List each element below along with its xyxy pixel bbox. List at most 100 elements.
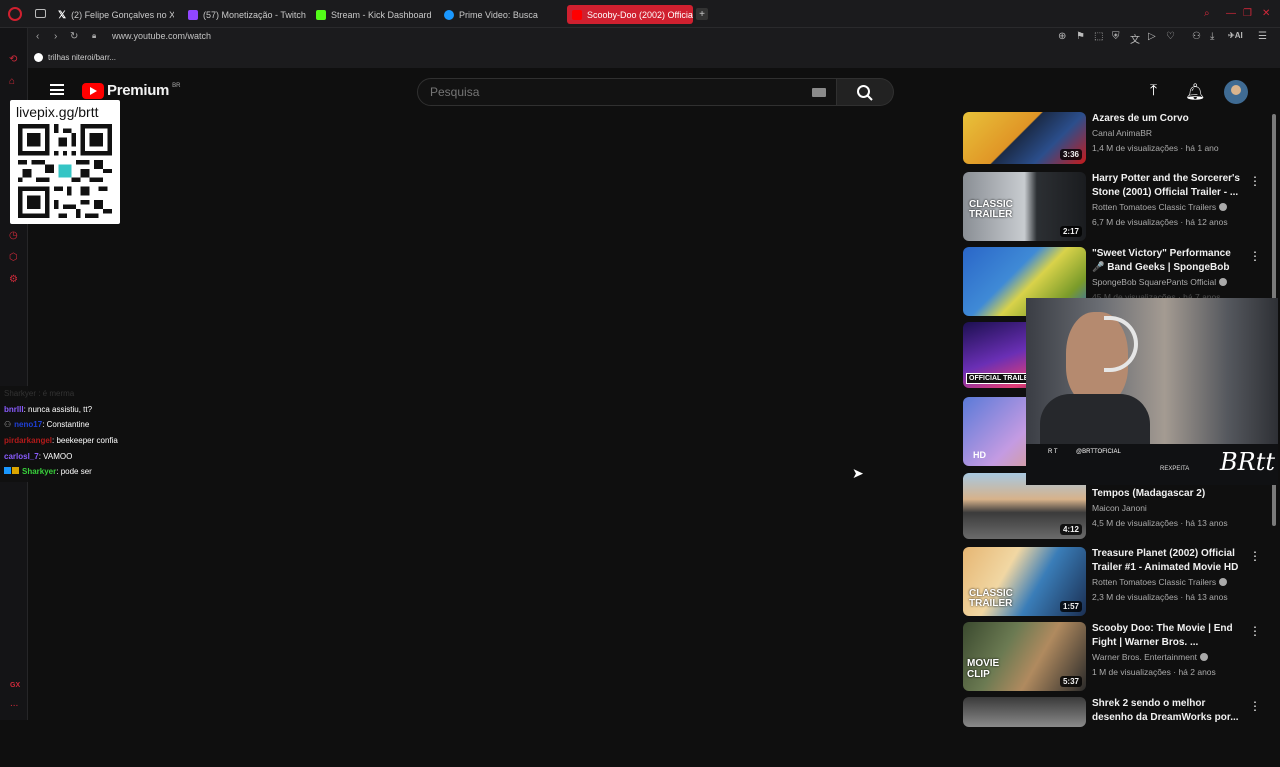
- lock-icon: 🔒︎: [92, 31, 97, 40]
- translate-icon[interactable]: 文: [1130, 31, 1140, 46]
- ai-icon[interactable]: ✈AI: [1228, 31, 1243, 40]
- stream-chat-overlay: Sharkyer : é merma bnrlll: nunca assisti…: [0, 386, 322, 482]
- logo-text: Premium: [107, 82, 170, 99]
- related-video[interactable]: Shrek 2 sendo o melhor desenho da DreamW…: [963, 697, 1268, 767]
- thumbnail-text: CLASSIC TRAILER: [969, 199, 1013, 220]
- tab-twitter[interactable]: 𝕏 (2) Felipe Gonçalves no X: [58, 5, 174, 24]
- menu-icon[interactable]: ☰: [1258, 31, 1267, 42]
- video-title[interactable]: Shrek 2 sendo o melhor desenho da DreamW…: [1092, 697, 1242, 725]
- video-channel[interactable]: Rotten Tomatoes Classic Trailers: [1092, 577, 1228, 587]
- history-icon[interactable]: ◷: [9, 230, 18, 241]
- channel-name: SpongeBob SquarePants Official: [1092, 277, 1217, 287]
- verified-icon: [1200, 653, 1209, 661]
- download-icon[interactable]: ⤓: [1210, 31, 1214, 42]
- more-options-icon[interactable]: ⋮: [1249, 699, 1261, 713]
- video-channel[interactable]: Warner Bros. Entertainment: [1092, 652, 1209, 662]
- video-channel[interactable]: SpongeBob SquarePants Official: [1092, 277, 1228, 287]
- bookmark-icon[interactable]: ⚑: [1076, 31, 1085, 42]
- back-icon[interactable]: ‹: [36, 31, 39, 42]
- menu-icon[interactable]: [50, 84, 64, 95]
- video-thumbnail[interactable]: CLASSIC TRAILER 2:17: [963, 172, 1086, 241]
- avatar[interactable]: [1224, 80, 1248, 104]
- youtube-premium-logo[interactable]: Premium BR: [82, 82, 180, 99]
- tab-youtube-active[interactable]: Scooby-Doo (2002) Officia: [567, 5, 693, 24]
- new-tab-icon[interactable]: +: [696, 8, 708, 20]
- heart-icon[interactable]: ♡: [1166, 31, 1175, 42]
- more-icon[interactable]: ...: [10, 698, 18, 709]
- more-options-icon[interactable]: ⋮: [1249, 174, 1261, 188]
- search-box: [417, 78, 837, 106]
- workspace-icon[interactable]: [35, 9, 46, 18]
- video-title[interactable]: Azares de um Corvo: [1092, 112, 1242, 126]
- snapshot-icon[interactable]: ⬚: [1094, 31, 1103, 42]
- tab-label: Scooby-Doo (2002) Officia: [587, 9, 693, 20]
- zoom-icon[interactable]: ⊕: [1058, 31, 1066, 42]
- bookmark-item[interactable]: trilhas niteroi/barr...: [34, 53, 116, 62]
- minimize-icon[interactable]: —: [1226, 8, 1236, 19]
- chat-text: : beekeeper confia: [52, 436, 118, 445]
- notifications-bell-icon[interactable]: 🔔︎: [1185, 82, 1205, 102]
- related-video[interactable]: CLASSIC TRAILER 2:17 Harry Potter and th…: [963, 172, 1268, 242]
- qr-label: livepix.gg/brtt: [16, 104, 99, 120]
- video-channel[interactable]: Canal AnimaBR: [1092, 128, 1152, 138]
- extensions-icon[interactable]: ⬡: [9, 252, 18, 263]
- youtube-logo-icon: [82, 82, 104, 99]
- reload-icon[interactable]: ↻: [70, 31, 78, 42]
- bag-icon[interactable]: ⌂: [9, 76, 15, 87]
- mouse-cursor-icon: ➤: [852, 465, 864, 481]
- play-icon[interactable]: ▷: [1148, 31, 1156, 42]
- streamer-body: [1040, 394, 1150, 444]
- url-field[interactable]: www.youtube.com/watch: [112, 31, 211, 41]
- tab-label: Prime Video: Busca: [459, 9, 538, 20]
- video-channel[interactable]: Maicon Janoni: [1092, 503, 1147, 513]
- account-icon[interactable]: ⚇: [1192, 31, 1201, 42]
- forward-icon[interactable]: ›: [54, 31, 57, 42]
- thumbnail-text: MOVIE CLIP: [967, 658, 1000, 680]
- video-title[interactable]: Scooby Doo: The Movie | End Fight | Warn…: [1092, 622, 1242, 650]
- video-duration: 5:37: [1059, 676, 1082, 687]
- upload-icon[interactable]: ⤒: [1150, 82, 1157, 100]
- more-options-icon[interactable]: ⋮: [1249, 249, 1261, 263]
- video-title[interactable]: Harry Potter and the Sorcerer's Stone (2…: [1092, 172, 1242, 200]
- video-duration: 3:36: [1059, 149, 1082, 160]
- video-thumbnail[interactable]: [963, 697, 1086, 727]
- channel-name: Warner Bros. Entertainment: [1092, 652, 1198, 662]
- search-tabs-icon[interactable]: ⌕: [1204, 8, 1210, 19]
- related-video[interactable]: MOVIE CLIP 5:37 Scooby Doo: The Movie | …: [963, 622, 1268, 692]
- close-icon[interactable]: ✕: [1262, 8, 1270, 19]
- video-channel[interactable]: Rotten Tomatoes Classic Trailers: [1092, 202, 1228, 212]
- more-options-icon[interactable]: ⋮: [1249, 549, 1261, 563]
- region-label: BR: [172, 82, 181, 89]
- video-title[interactable]: Treasure Planet (2002) Official Trailer …: [1092, 547, 1242, 575]
- video-thumbnail[interactable]: 3:36: [963, 112, 1086, 164]
- webcam-letters: R T: [1048, 449, 1058, 455]
- maximize-icon[interactable]: ❐: [1243, 8, 1252, 19]
- chat-username: pirdarkangel: [4, 436, 53, 445]
- webcam-handle: @BRTTOFICIAL: [1076, 449, 1121, 455]
- more-options-icon[interactable]: ⋮: [1249, 624, 1261, 638]
- livepix-qr-overlay: livepix.gg/brtt: [10, 100, 120, 224]
- search-button[interactable]: [837, 78, 894, 106]
- video-title[interactable]: "Sweet Victory" Performance 🎤 Band Geeks…: [1092, 247, 1242, 275]
- webcam-sponsor: REXPEITA: [1160, 466, 1190, 472]
- thumbnail-text: CLASSIC TRAILER: [969, 588, 1013, 609]
- related-video[interactable]: CLASSIC TRAILER 1:57 Treasure Planet (20…: [963, 547, 1268, 617]
- search-input[interactable]: [430, 85, 810, 99]
- verified-icon: [1219, 578, 1228, 586]
- video-thumbnail[interactable]: MOVIE CLIP 5:37: [963, 622, 1086, 691]
- gx-label[interactable]: GX: [10, 682, 20, 689]
- verified-icon: [1219, 278, 1228, 286]
- tab-kick[interactable]: Stream - Kick Dashboard: [316, 5, 432, 24]
- settings-icon[interactable]: ⚙: [9, 274, 18, 285]
- badge-icon: [4, 467, 11, 474]
- search-icon: [857, 85, 873, 101]
- keyboard-icon[interactable]: [812, 88, 826, 97]
- opera-logo-icon[interactable]: [8, 7, 22, 21]
- gx-control-icon[interactable]: ⟲: [9, 54, 17, 65]
- adblock-icon[interactable]: ⛨: [1112, 31, 1120, 42]
- video-title[interactable]: Tempos (Madagascar 2): [1092, 487, 1242, 501]
- bookmark-label: trilhas niteroi/barr...: [48, 53, 117, 62]
- tab-prime-video[interactable]: Prime Video: Busca: [444, 5, 554, 24]
- tab-twitch[interactable]: (57) Monetização - Twitch: [188, 5, 306, 24]
- video-thumbnail[interactable]: CLASSIC TRAILER 1:57: [963, 547, 1086, 616]
